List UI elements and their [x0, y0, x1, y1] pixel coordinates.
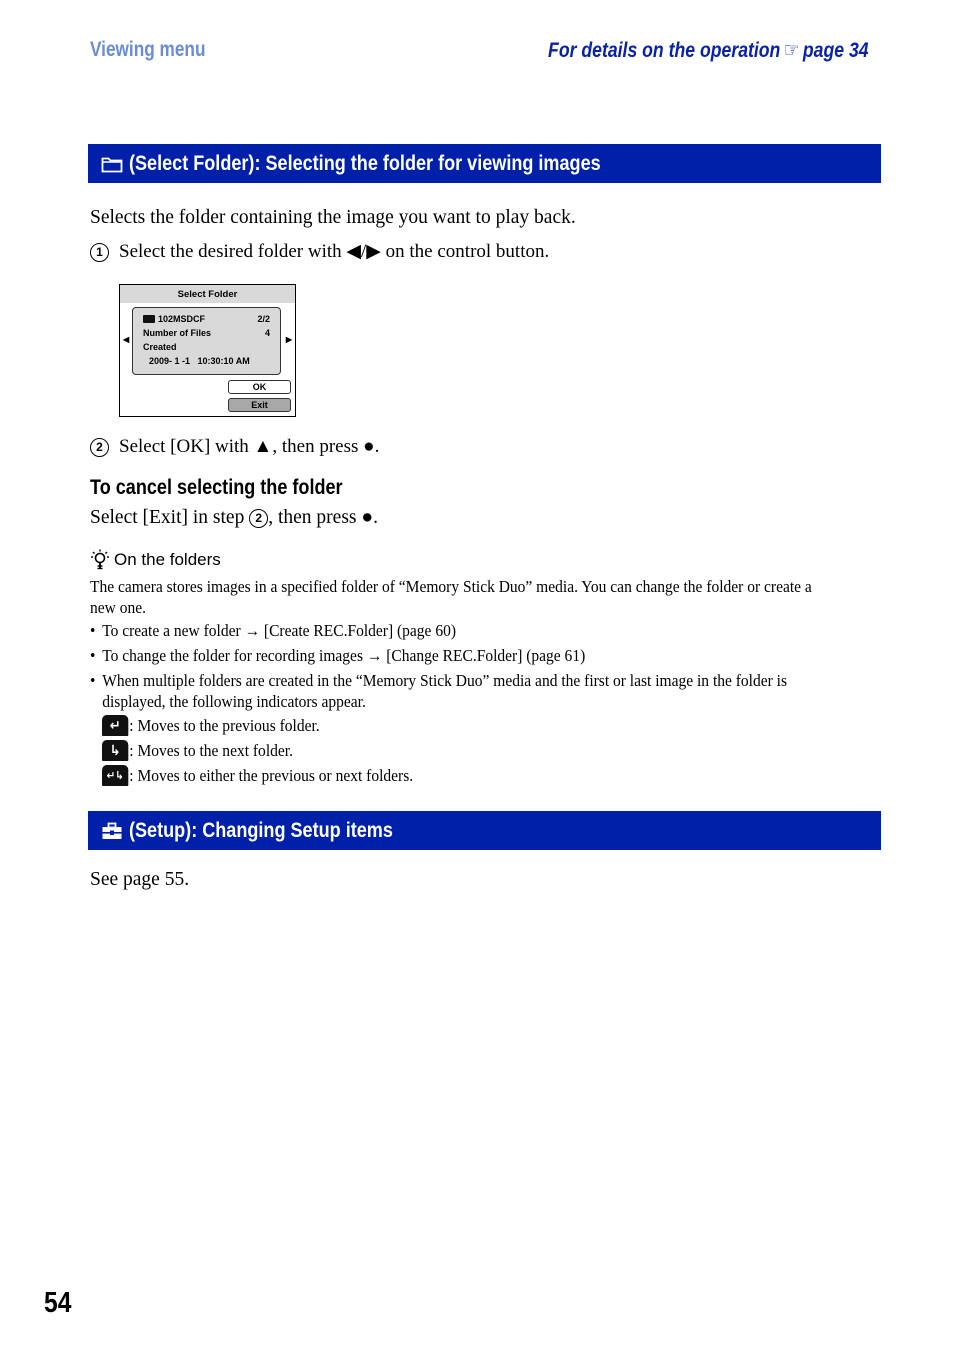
details-page-link[interactable]: page 34	[803, 39, 869, 62]
created-value: 2009- 1 -1 10:30:10 AM	[149, 356, 250, 366]
step-1-number: 1	[90, 243, 109, 262]
select-folder-intro: Selects the folder containing the image …	[90, 207, 576, 228]
right-arrow-icon: ▶	[285, 335, 292, 344]
tip-bullet: • To change the folder for recording imag…	[90, 645, 842, 666]
bullet-text: When multiple folders are created in the…	[102, 671, 788, 711]
folder-info-box: 102MSDCF 2/2 Number of Files 4 Created 2…	[132, 307, 281, 375]
toolbox-icon	[101, 821, 123, 841]
indicator-either: ↵↳: Moves to either the previous or next…	[102, 765, 413, 786]
files-value: 4	[264, 328, 270, 338]
cancel-instruction: Select [Exit] in step 2, then press ●.	[90, 507, 378, 529]
indicator-text: : Moves to the previous folder.	[129, 715, 320, 735]
folder-small-icon	[143, 315, 155, 323]
cancel-step-number: 2	[249, 509, 269, 528]
select-folder-banner: (Select Folder): Selecting the folder fo…	[88, 144, 881, 183]
folder-name: 102MSDCF	[158, 314, 206, 324]
header-section-title: Viewing menu	[90, 38, 206, 61]
tip-bullet: • When multiple folders are created in th…	[90, 670, 835, 712]
tip-heading: On the folders	[90, 549, 221, 571]
step-2-number: 2	[90, 438, 109, 457]
select-folder-screen: Select Folder ◀ ▶ 102MSDCF 2/2 Number of…	[119, 284, 296, 417]
either-folder-icon: ↵↳	[102, 765, 129, 786]
folder-index: 2/2	[257, 314, 270, 324]
bullet-dot: •	[90, 646, 96, 665]
lightbulb-icon	[90, 549, 110, 571]
cancel-text-post: , then press ●.	[268, 507, 379, 528]
indicator-text: : Moves to the next folder.	[129, 740, 293, 760]
tip-body: The camera stores images in a specified …	[90, 577, 812, 617]
bullet-text: To create a new folder → [Create REC.Fol…	[102, 621, 456, 640]
tip-title: On the folders	[114, 550, 221, 569]
step-2: 2 Select [OK] with ▲, then press ●.	[90, 436, 379, 458]
indicator-previous: ↵: Moves to the previous folder.	[102, 715, 320, 736]
page-number: 54	[44, 1287, 72, 1319]
select-folder-title: (Select Folder): Selecting the folder fo…	[129, 151, 601, 175]
cancel-text-pre: Select [Exit] in step	[90, 507, 245, 528]
setup-body: See page 55.	[90, 869, 190, 890]
step-2-text: Select [OK] with ▲, then press ●.	[119, 436, 380, 457]
cancel-heading: To cancel selecting the folder	[90, 476, 343, 499]
tip-bullet: • To create a new folder → [Create REC.Fo…	[90, 620, 842, 641]
step-1: 1 Select the desired folder with ◀/▶ on t…	[90, 240, 549, 263]
details-prefix: For details on the operation	[548, 39, 781, 62]
indicator-text: : Moves to either the previous or next f…	[129, 765, 414, 785]
header-details-reference: For details on the operation ☞ page 34	[548, 38, 869, 63]
created-label: Created	[143, 342, 177, 352]
setup-title: (Setup): Changing Setup items	[129, 818, 393, 842]
bullet-dot: •	[90, 671, 96, 690]
step-1-text: Select the desired folder with ◀/▶ on th…	[119, 241, 550, 262]
bullet-dot: •	[90, 621, 96, 640]
exit-button[interactable]: Exit	[228, 398, 291, 412]
left-arrow-icon: ◀	[123, 335, 130, 344]
files-label: Number of Files	[143, 328, 212, 338]
pointing-hand-icon: ☞	[784, 39, 800, 62]
folder-icon	[101, 154, 123, 174]
indicator-next: ↳: Moves to the next folder.	[102, 740, 293, 761]
next-folder-icon: ↳	[102, 740, 129, 761]
ok-button[interactable]: OK	[228, 380, 291, 394]
screen-title: Select Folder	[120, 285, 295, 303]
setup-banner: (Setup): Changing Setup items	[88, 811, 881, 850]
bullet-text: To change the folder for recording image…	[102, 646, 586, 665]
previous-folder-icon: ↵	[102, 715, 129, 736]
